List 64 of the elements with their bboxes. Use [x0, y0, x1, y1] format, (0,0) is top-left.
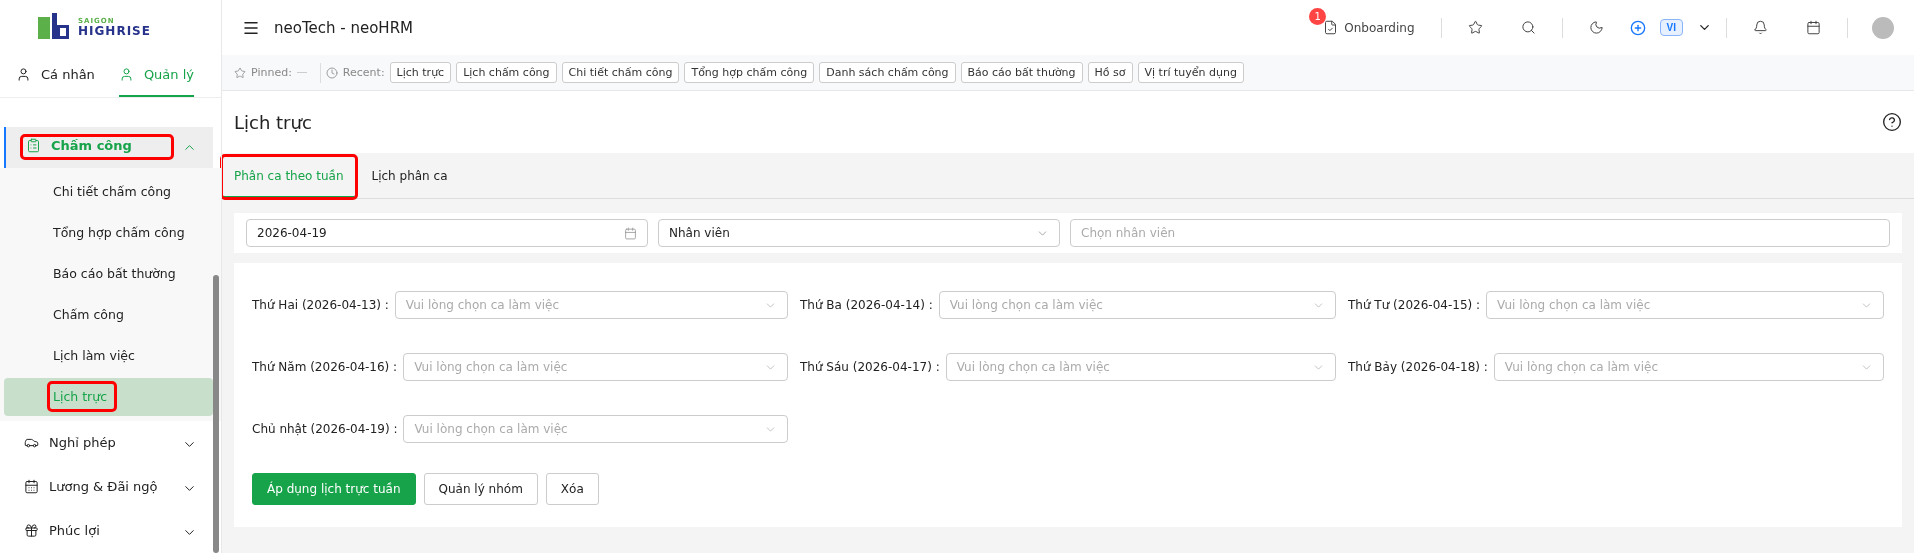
- recent-link[interactable]: Chi tiết chấm công: [561, 62, 680, 83]
- scrollbar[interactable]: [213, 275, 219, 553]
- clock-icon: [325, 66, 338, 79]
- calendar-icon: [1806, 20, 1821, 35]
- day-label: Thứ Sáu (2026-04-17) :: [800, 360, 940, 374]
- pinned-label: Pinned:: [251, 66, 292, 79]
- day-label: Thứ Năm (2026-04-16) :: [252, 360, 398, 374]
- day-label: Thứ Hai (2026-04-13) :: [252, 298, 389, 312]
- menu-item[interactable]: Tổng hợp chấm công: [4, 213, 213, 252]
- help-icon[interactable]: [1882, 112, 1902, 132]
- user-icon: [16, 67, 31, 83]
- moon-icon: [1588, 20, 1604, 35]
- calendar-icon: [624, 226, 637, 240]
- gift-icon: [24, 523, 39, 539]
- day-label: Chủ nhật (2026-04-19) :: [252, 422, 398, 436]
- recent-link[interactable]: Lịch trực: [389, 62, 452, 83]
- mode-tab[interactable]: Cá nhân: [16, 54, 95, 97]
- menu-item[interactable]: Lịch làm việc: [4, 336, 213, 375]
- type-select[interactable]: Nhân viên: [658, 219, 1060, 247]
- page-title: Lịch trực: [234, 111, 312, 133]
- checklist-icon: [1323, 20, 1339, 35]
- menu-group-label: Lương & Đãi ngộ: [20, 477, 172, 500]
- add-icon[interactable]: [1629, 19, 1646, 36]
- menu-item-label: Tổng hợp chấm công: [52, 224, 186, 243]
- day-label: Thứ Ba (2026-04-14) :: [800, 298, 933, 312]
- recent-link[interactable]: Hồ sơ: [1087, 62, 1133, 83]
- recent-link[interactable]: Vị trí tuyển dụng: [1137, 62, 1244, 83]
- menu-item[interactable]: Báo cáo bất thường: [4, 254, 213, 293]
- recent-link[interactable]: Lịch chấm công: [456, 62, 557, 83]
- date-field[interactable]: 2026-04-19: [246, 219, 648, 247]
- logo-icon: [38, 13, 72, 42]
- menu-item-label: Báo cáo bất thường: [52, 265, 177, 284]
- menu-item-label: Lịch trực: [49, 383, 116, 411]
- recent-label: Recent:: [342, 66, 385, 79]
- action-button[interactable]: Xóa: [545, 473, 599, 505]
- app-title: neoTech - neoHRM: [274, 18, 414, 37]
- menu-item[interactable]: Chấm công: [4, 295, 213, 334]
- notification-badge: 1: [1309, 8, 1327, 25]
- menu-item-label: Lịch làm việc: [52, 347, 136, 366]
- list-icon: [26, 138, 41, 154]
- menu-group-label: Phúc lợi: [20, 521, 172, 544]
- menu-item-label: Chấm công: [52, 306, 125, 325]
- tab[interactable]: Lịch phân ca: [359, 156, 460, 198]
- calendar-icon: [24, 479, 39, 495]
- menu-group[interactable]: Nghỉ phép: [4, 423, 213, 465]
- menu-group[interactable]: Phúc lợi: [4, 511, 213, 553]
- logo-text: HIGHRISE: [78, 24, 151, 37]
- menu-group[interactable]: Lương & Đãi ngộ: [4, 467, 213, 509]
- star-icon: [234, 66, 246, 79]
- recent-link[interactable]: Báo cáo bất thường: [960, 62, 1083, 83]
- menu-group-label: Chấm công: [22, 136, 172, 159]
- recent-link[interactable]: Tổng hợp chấm công: [684, 62, 815, 83]
- user-icon: [118, 67, 134, 83]
- action-button[interactable]: Quản lý nhóm: [423, 473, 538, 505]
- language-button[interactable]: VI: [1659, 19, 1683, 36]
- menu-item-label: Chi tiết chấm công: [52, 183, 173, 202]
- day-label: Thứ Bảy (2026-04-18) :: [1348, 360, 1488, 374]
- menu-item[interactable]: Chi tiết chấm công: [4, 172, 213, 211]
- menu-group-label: Nghỉ phép: [20, 433, 172, 456]
- bell-icon: [1753, 20, 1768, 35]
- star-icon: [1467, 20, 1483, 35]
- recent-link[interactable]: Danh sách chấm công: [819, 62, 956, 83]
- day-label: Thứ Tư (2026-04-15) :: [1348, 298, 1481, 312]
- search-icon: [1520, 20, 1536, 35]
